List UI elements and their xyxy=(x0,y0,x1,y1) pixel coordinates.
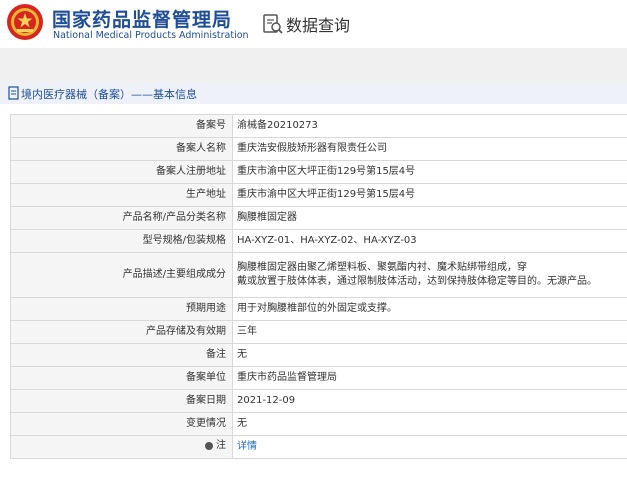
table-row: 变更情况 无 xyxy=(10,412,627,436)
table-row: 备案号 渝械备20210273 xyxy=(10,114,627,138)
field-label: 产品描述/主要组成成分 xyxy=(10,252,233,298)
section-title: 境内医疗器械（备案）——基本信息 xyxy=(21,88,197,101)
org-name-cn: 国家药品监督管理局 xyxy=(52,9,233,31)
table-row: 备案日期 2021-12-09 xyxy=(10,389,627,413)
header-divider-band xyxy=(0,48,627,82)
national-emblem-icon xyxy=(7,4,43,40)
table-row: 注 详情 xyxy=(10,435,627,459)
field-value: 三年 xyxy=(232,320,627,344)
field-value: 胸腰椎固定器 xyxy=(232,206,627,230)
table-row: 生产地址 重庆市渝中区大坪正街129号第15层4号 xyxy=(10,183,627,207)
details-link[interactable]: 详情 xyxy=(237,441,257,452)
field-value: 重庆市渝中区大坪正街129号第15层4号 xyxy=(232,160,627,184)
description-line-2: 戴或放置于肢体体表，通过限制肢体活动，达到保持肢体稳定等目的。无源产品。 xyxy=(237,276,597,287)
note-label-cell: 注 xyxy=(10,435,233,459)
table-row: 预期用途 用于对胸腰椎部位的外固定或支撑。 xyxy=(10,297,627,321)
field-label: 产品名称/产品分类名称 xyxy=(10,206,233,230)
page-title: 数据查询 xyxy=(286,16,351,35)
basic-info-table: 备案号 渝械备20210273 备案人名称 重庆浩安假肢矫形器有限责任公司 备案… xyxy=(10,114,627,459)
field-label: 备案人注册地址 xyxy=(10,160,233,184)
details-cell: 详情 xyxy=(232,435,627,459)
note-label: 注 xyxy=(204,439,226,453)
info-dot-icon xyxy=(205,441,213,450)
table-row: 产品存储及有效期 三年 xyxy=(10,320,627,344)
field-label: 预期用途 xyxy=(10,297,233,321)
table-row: 备案单位 重庆市药品监督管理局 xyxy=(10,366,627,390)
field-value: 重庆市药品监督管理局 xyxy=(232,366,627,390)
field-label: 产品存储及有效期 xyxy=(10,320,233,344)
field-label: 备案日期 xyxy=(10,389,233,413)
info-table-wrap: 备案号 渝械备20210273 备案人名称 重庆浩安假肢矫形器有限责任公司 备案… xyxy=(10,114,627,459)
site-header: 国家药品监督管理局 National Medical Products Admi… xyxy=(0,0,627,48)
description-line-1: 胸腰椎固定器由聚乙烯塑料板、聚氨酯内衬、魔术贴绑带组成，穿 xyxy=(237,262,527,273)
table-row: 备案人名称 重庆浩安假肢矫形器有限责任公司 xyxy=(10,137,627,161)
document-icon xyxy=(8,86,19,100)
field-label: 备注 xyxy=(10,343,233,367)
field-value: 重庆市渝中区大坪正街129号第15层4号 xyxy=(232,183,627,207)
org-name-en: National Medical Products Administration xyxy=(53,30,249,41)
field-value: 用于对胸腰椎部位的外固定或支撑。 xyxy=(232,297,627,321)
note-label-text: 注 xyxy=(216,439,226,451)
field-label: 备案号 xyxy=(10,114,233,138)
section-bar: 境内医疗器械（备案）——基本信息 xyxy=(0,82,627,104)
field-value: 胸腰椎固定器由聚乙烯塑料板、聚氨酯内衬、魔术贴绑带组成，穿 戴或放置于肢体体表，… xyxy=(232,252,627,298)
field-label: 备案单位 xyxy=(10,366,233,390)
field-label: 型号规格/包装规格 xyxy=(10,229,233,253)
table-row: 备案人注册地址 重庆市渝中区大坪正街129号第15层4号 xyxy=(10,160,627,184)
field-value: 重庆浩安假肢矫形器有限责任公司 xyxy=(232,137,627,161)
table-row: 产品名称/产品分类名称 胸腰椎固定器 xyxy=(10,206,627,230)
field-label: 备案人名称 xyxy=(10,137,233,161)
field-label: 生产地址 xyxy=(10,183,233,207)
table-row: 型号规格/包装规格 HA-XYZ-01、HA-XYZ-02、HA-XYZ-03 xyxy=(10,229,627,253)
field-value: HA-XYZ-01、HA-XYZ-02、HA-XYZ-03 xyxy=(232,229,627,253)
field-value: 无 xyxy=(232,412,627,436)
field-value: 渝械备20210273 xyxy=(232,114,627,138)
field-value: 无 xyxy=(232,343,627,367)
table-row: 备注 无 xyxy=(10,343,627,367)
data-query-icon xyxy=(263,14,283,34)
table-row: 产品描述/主要组成成分 胸腰椎固定器由聚乙烯塑料板、聚氨酯内衬、魔术贴绑带组成，… xyxy=(10,252,627,298)
field-label: 变更情况 xyxy=(10,412,233,436)
field-value: 2021-12-09 xyxy=(232,389,627,413)
